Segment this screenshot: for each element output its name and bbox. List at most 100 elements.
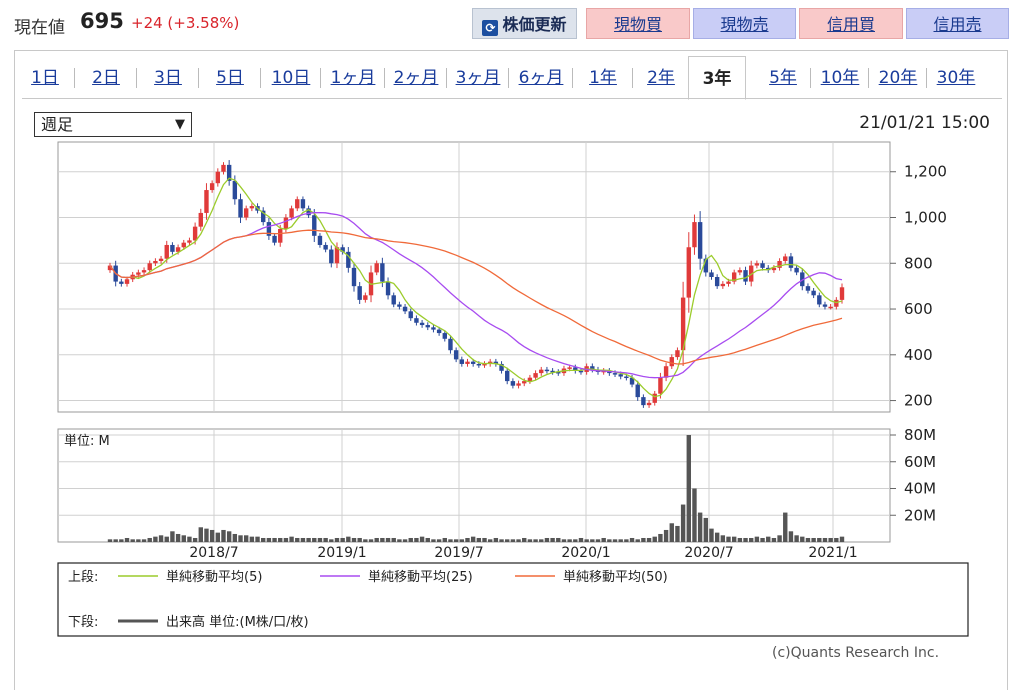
candle-body (834, 299, 839, 307)
price-tick-label: 200 (904, 392, 933, 410)
price-tick-label: 600 (904, 300, 933, 318)
candle-body (516, 383, 521, 386)
candle-body (663, 366, 669, 378)
candle-body (147, 263, 152, 271)
candle-body (300, 199, 306, 209)
volume-bar (522, 537, 527, 542)
volume-bar (255, 536, 260, 542)
volume-bar (459, 539, 465, 542)
candle-body (363, 295, 368, 300)
candle-body (408, 311, 413, 319)
volume-bar (652, 536, 657, 542)
candle-body (351, 267, 357, 287)
volume-bar (368, 539, 374, 542)
candle-body (720, 283, 726, 287)
time-tick-label: 2020/1 (561, 545, 610, 561)
candle-body (544, 369, 550, 372)
volume-bar (777, 535, 782, 542)
volume-bar (425, 537, 430, 542)
volume-bar (374, 537, 379, 542)
volume-bar (828, 537, 833, 542)
candle-body (278, 228, 283, 243)
volume-bar (107, 539, 113, 542)
volume-bar (141, 539, 147, 542)
volume-bar (533, 539, 538, 542)
candle-body (527, 377, 533, 382)
volume-bar (278, 537, 283, 542)
volume-bar (550, 537, 555, 542)
candle-body (567, 367, 572, 369)
volume-bar (703, 517, 709, 542)
volume-bar (470, 536, 476, 542)
volume-bar (675, 525, 680, 542)
volume-bar (119, 539, 124, 542)
candle-body (391, 295, 396, 305)
candle-body (635, 384, 640, 398)
volume-bar (295, 537, 300, 542)
candle-body (510, 381, 516, 386)
candle-body (788, 256, 794, 268)
volume-bar (192, 537, 198, 542)
volume-bar (476, 537, 482, 542)
candle-body (822, 304, 828, 307)
candle-body (811, 290, 816, 296)
volume-bar (697, 512, 703, 542)
volume-bar (839, 536, 845, 542)
volume-bar (544, 537, 550, 542)
volume-bar (754, 536, 760, 542)
candle-body (794, 267, 799, 273)
candle-body (533, 373, 538, 378)
volume-bar (346, 536, 351, 542)
candle-body (465, 361, 470, 364)
candle-body (192, 226, 198, 241)
candle-body (709, 272, 714, 277)
candle-body (119, 281, 124, 284)
volume-bar (618, 539, 623, 542)
candle-body (198, 212, 203, 227)
volume-bar (198, 527, 203, 542)
legend-volume-label: 出来高 単位:(M株/口/枚) (166, 614, 309, 630)
volume-bar (442, 537, 447, 542)
ma-line-50 (109, 229, 843, 365)
volume-bar (334, 537, 340, 542)
candle-body (646, 402, 652, 406)
volume-bar (357, 537, 362, 542)
volume-bar (811, 537, 816, 542)
candle-body (414, 318, 419, 323)
volume-bar (232, 533, 238, 542)
time-tick-label: 2018/7 (189, 545, 238, 561)
candle-body (238, 199, 243, 218)
candle-body (805, 286, 811, 291)
volume-bar (800, 536, 805, 542)
candle-body (697, 222, 703, 259)
candle-body (374, 263, 379, 273)
volume-bar (822, 537, 828, 542)
candle-body (209, 183, 215, 191)
volume-bar (243, 535, 249, 542)
candle-body (357, 286, 362, 300)
candle-body (272, 235, 277, 243)
volume-bar (419, 536, 425, 542)
volume-bar (505, 539, 510, 542)
volume-bar (680, 504, 686, 542)
candle-body (641, 397, 646, 406)
volume-bar (363, 539, 368, 542)
volume-bar (453, 539, 459, 542)
volume-bar (204, 528, 209, 542)
volume-tick-label: 20M (904, 506, 936, 524)
volume-bar (436, 539, 442, 542)
volume-bar (573, 539, 578, 542)
volume-bar (641, 537, 646, 542)
candle-body (624, 376, 629, 379)
volume-bar (834, 537, 839, 542)
candle-body (652, 393, 657, 403)
candle-body (425, 325, 430, 328)
candle-body (783, 256, 788, 261)
volume-bar (737, 537, 743, 542)
volume-tick-label: 60M (904, 453, 936, 471)
candle-body (329, 249, 334, 264)
volume-bar (431, 539, 436, 542)
volume-bar (527, 539, 533, 542)
volume-bar (380, 537, 385, 542)
candle-body (476, 363, 482, 366)
